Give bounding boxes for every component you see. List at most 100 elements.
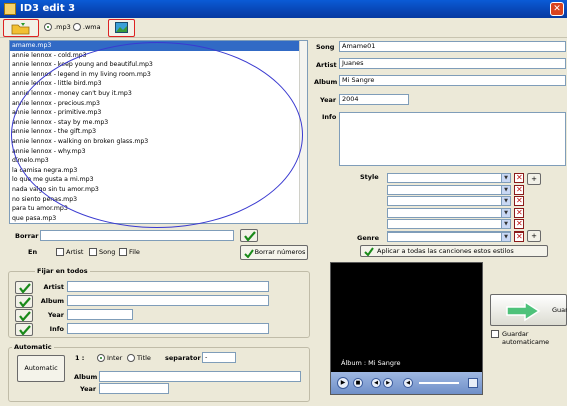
player-controls: ▶ ■ ◀ ▶ ◀	[331, 372, 482, 394]
artist-field[interactable]: Juanes	[339, 58, 566, 69]
inter-label: Inter	[107, 354, 123, 362]
file-list-item[interactable]: annie lennox - little bird.mp3	[10, 79, 307, 89]
fijar-year-field[interactable]	[67, 309, 133, 320]
style-select[interactable]: ▼	[387, 184, 511, 195]
file-list-item[interactable]: annie lennox - primitive.mp3	[10, 108, 307, 118]
inter-radio[interactable]	[97, 354, 105, 362]
genre-select[interactable]: ▼	[387, 232, 511, 242]
chevron-down-icon: ▼	[501, 233, 510, 241]
style-select[interactable]: ▼	[387, 207, 511, 218]
file-list-item[interactable]: annie lennox - precious.mp3	[10, 99, 307, 109]
fijar-info-field[interactable]	[67, 323, 269, 334]
fijar-artist-button[interactable]	[15, 281, 33, 294]
remove-style-button[interactable]	[514, 196, 524, 206]
style-select[interactable]: ▼	[387, 173, 511, 183]
picture-button[interactable]	[108, 19, 135, 37]
file-list-scrollbar[interactable]	[299, 41, 307, 223]
info-field[interactable]	[339, 112, 566, 166]
file-list-item[interactable]: annie lennox - stay by me.mp3	[10, 118, 307, 128]
file-list-item[interactable]: no siento penas.mp3	[10, 195, 307, 205]
borrar-label: Borrar	[15, 232, 39, 240]
borrar-numeros-label: Borrar números	[254, 248, 306, 256]
separator-label: separator	[165, 354, 201, 362]
file-list-item[interactable]: dímelo.mp3	[10, 156, 307, 166]
media-player[interactable]: Álbum : Mi Sangre ▶ ■ ◀ ▶ ◀	[330, 262, 483, 395]
title-radio[interactable]	[127, 354, 135, 362]
auto-album-field[interactable]	[99, 371, 301, 382]
fijar-artist-field[interactable]	[67, 281, 269, 292]
wma-radio[interactable]	[72, 23, 81, 31]
fijar-album-label: Album	[40, 297, 64, 305]
automatic-title: Automatic	[12, 343, 54, 351]
file-list-item[interactable]: lo que me gusta a mi.mp3	[10, 175, 307, 185]
borrar-numeros-button[interactable]: Borrar números	[240, 245, 308, 260]
file-list-item[interactable]: para tu amor.mp3	[10, 204, 307, 214]
artist-label: Artist	[316, 61, 337, 69]
remove-genre-button[interactable]	[514, 232, 524, 242]
remove-style-button[interactable]	[514, 173, 524, 183]
file-list-item[interactable]: annie lennox - cold.mp3	[10, 51, 307, 61]
file-list-item[interactable]: amame.mp3	[10, 41, 307, 51]
pattern-number-label: 1 :	[75, 354, 85, 362]
file-checkbox[interactable]	[119, 248, 127, 256]
fullscreen-icon[interactable]	[468, 378, 478, 388]
file-list-item[interactable]: que pasa.mp3	[10, 214, 307, 223]
file-list-item[interactable]: annie lennox - legend in my living room.…	[10, 70, 307, 80]
borrar-field[interactable]	[40, 230, 234, 241]
stop-button[interactable]: ■	[353, 378, 363, 388]
song-checkbox[interactable]	[89, 248, 97, 256]
play-button[interactable]: ▶	[337, 377, 349, 389]
separator-field[interactable]: -	[202, 352, 236, 363]
prev-button[interactable]: ◀	[371, 378, 381, 388]
year-field[interactable]: 2004	[339, 94, 409, 105]
file-list[interactable]: amame.mp3 annie lennox - cold.mp3 annie le…	[9, 40, 308, 224]
apply-styles-button[interactable]: Aplicar a todas las canciones estos esti…	[360, 245, 548, 257]
mp3-label: .mp3	[54, 23, 71, 31]
apply-styles-label: Aplicar a todas las canciones estos esti…	[377, 247, 514, 255]
automatic-button[interactable]: Automatic	[17, 355, 65, 382]
add-style-button[interactable]: +	[527, 173, 541, 185]
save-button[interactable]: Guar	[490, 294, 567, 326]
genre-label: Genre	[357, 234, 379, 242]
fijar-album-button[interactable]	[15, 295, 33, 308]
close-button[interactable]: ✕	[550, 2, 564, 16]
fijar-info-button[interactable]	[15, 323, 33, 336]
check-icon	[19, 325, 31, 335]
picture-icon	[115, 22, 128, 33]
wma-label: .wma	[82, 23, 101, 31]
artist-checkbox-label: Artist	[66, 248, 84, 256]
fijar-album-field[interactable]	[67, 295, 269, 306]
style-select[interactable]: ▼	[387, 219, 511, 229]
fijar-year-button[interactable]	[15, 309, 33, 322]
file-list-item[interactable]: nada valgo sin tu amor.mp3	[10, 185, 307, 195]
file-list-item[interactable]: annie lennox - money can't buy it.mp3	[10, 89, 307, 99]
borrar-apply-button[interactable]	[240, 229, 258, 242]
add-genre-button[interactable]: +	[527, 230, 541, 242]
volume-slider[interactable]	[419, 382, 459, 384]
file-list-item[interactable]: annie lennox - walking on broken glass.m…	[10, 137, 307, 147]
next-button[interactable]: ▶	[383, 378, 393, 388]
chevron-down-icon: ▼	[501, 208, 510, 217]
volume-icon[interactable]: ◀	[403, 378, 413, 388]
chevron-down-icon: ▼	[501, 197, 510, 205]
file-list-item[interactable]: annie lennox - why.mp3	[10, 147, 307, 157]
auto-year-field[interactable]	[99, 383, 169, 394]
auto-save-checkbox[interactable]	[491, 330, 499, 338]
remove-style-button[interactable]	[514, 184, 524, 195]
file-list-item[interactable]: annie lennox - keep young and beautiful.…	[10, 60, 307, 70]
song-field[interactable]: Amame01	[339, 41, 566, 52]
chevron-down-icon: ▼	[501, 220, 510, 228]
remove-style-button[interactable]	[514, 219, 524, 229]
check-icon	[19, 297, 31, 307]
fijar-title: Fijar en todos	[35, 267, 90, 275]
album-field[interactable]: Mi Sangre	[339, 75, 566, 86]
style-select[interactable]: ▼	[387, 196, 511, 206]
chevron-down-icon: ▼	[501, 174, 510, 182]
file-list-item[interactable]: annie lennox - the gift.mp3	[10, 127, 307, 137]
open-folder-button[interactable]	[3, 19, 39, 37]
mp3-radio[interactable]	[44, 23, 52, 31]
remove-style-button[interactable]	[514, 207, 524, 218]
file-list-item[interactable]: la camisa negra.mp3	[10, 166, 307, 176]
artist-checkbox[interactable]	[56, 248, 64, 256]
style-label: Style	[360, 173, 379, 181]
